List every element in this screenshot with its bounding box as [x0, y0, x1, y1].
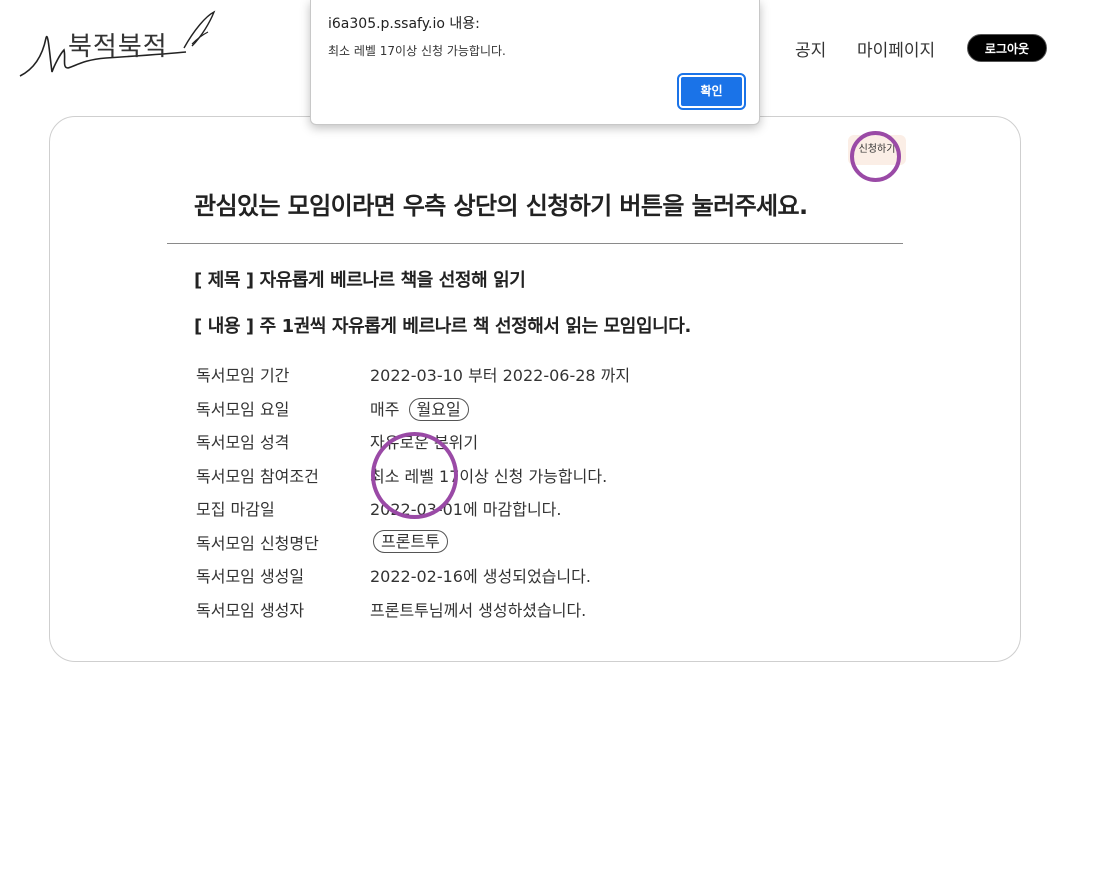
info-row-applicants: 독서모임 신청명단 프론트투 — [196, 529, 796, 564]
logo-text: 북적북적 — [68, 32, 168, 62]
annotation-circle-condition — [371, 432, 458, 519]
nav-item-notice[interactable]: 공지 — [795, 36, 826, 61]
annotation-circle-apply — [850, 131, 901, 182]
info-label: 독서모임 성격 — [196, 433, 290, 452]
info-value: 프론트투님께서 생성하셨습니다. — [370, 600, 587, 620]
info-value: 2022-03-10 부터 2022-06-28 까지 — [370, 366, 631, 385]
info-label: 모집 마감일 — [196, 500, 275, 519]
logout-button[interactable]: 로그아웃 — [967, 34, 1047, 62]
dialog-message: 최소 레벨 17이상 신청 가능합니다. — [328, 44, 506, 58]
page-heading: 관심있는 모임이라면 우측 상단의 신청하기 버튼을 눌러주세요. — [194, 192, 808, 220]
alert-dialog: i6a305.p.ssafy.io 내용: 최소 레벨 17이상 신청 가능합니… — [310, 0, 760, 125]
nav-item-mypage[interactable]: 마이페이지 — [857, 36, 935, 61]
info-row-day: 독서모임 요일 매주 월요일 — [196, 396, 796, 430]
applicant-badge[interactable]: 프론트투 — [373, 529, 448, 553]
info-label: 독서모임 기간 — [196, 366, 290, 385]
weekly-text: 매주 — [370, 399, 400, 419]
info-label: 독서모임 생성일 — [196, 567, 305, 586]
logo[interactable]: 북적북적 — [16, 8, 216, 84]
meeting-title: [ 제목 ] 자유롭게 베르나르 책을 선정해 읽기 — [194, 270, 526, 291]
info-label: 독서모임 생성자 — [196, 600, 305, 620]
info-label: 독서모임 신청명단 — [196, 533, 319, 553]
info-value: 프론트투 — [370, 529, 448, 553]
meeting-info-list: 독서모임 기간 2022-03-10 부터 2022-06-28 까지 독서모임… — [196, 362, 796, 630]
info-value: 2022-02-16에 생성되었습니다. — [370, 567, 591, 586]
ok-button[interactable]: 확인 — [677, 73, 746, 110]
info-row-creator: 독서모임 생성자 프론트투님께서 생성하셨습니다. — [196, 597, 796, 631]
info-label: 독서모임 참여조건 — [196, 466, 319, 486]
info-row-deadline: 모집 마감일 2022-03-01에 마감합니다. — [196, 496, 796, 530]
divider — [167, 243, 903, 244]
info-row-period: 독서모임 기간 2022-03-10 부터 2022-06-28 까지 — [196, 362, 796, 396]
info-row-condition: 독서모임 참여조건 최소 레벨 17이상 신청 가능합니다. — [196, 463, 796, 497]
info-value: 매주 월요일 — [370, 396, 469, 421]
info-row-character: 독서모임 성격 자유로운 분위기 — [196, 429, 796, 463]
info-label: 독서모임 요일 — [196, 399, 290, 419]
meeting-content: [ 내용 ] 주 1권씩 자유롭게 베르나르 책 선정해서 읽는 모임입니다. — [194, 316, 691, 337]
day-badge: 월요일 — [408, 397, 469, 421]
info-row-created: 독서모임 생성일 2022-02-16에 생성되었습니다. — [196, 563, 796, 597]
dialog-origin: i6a305.p.ssafy.io 내용: — [328, 16, 480, 32]
